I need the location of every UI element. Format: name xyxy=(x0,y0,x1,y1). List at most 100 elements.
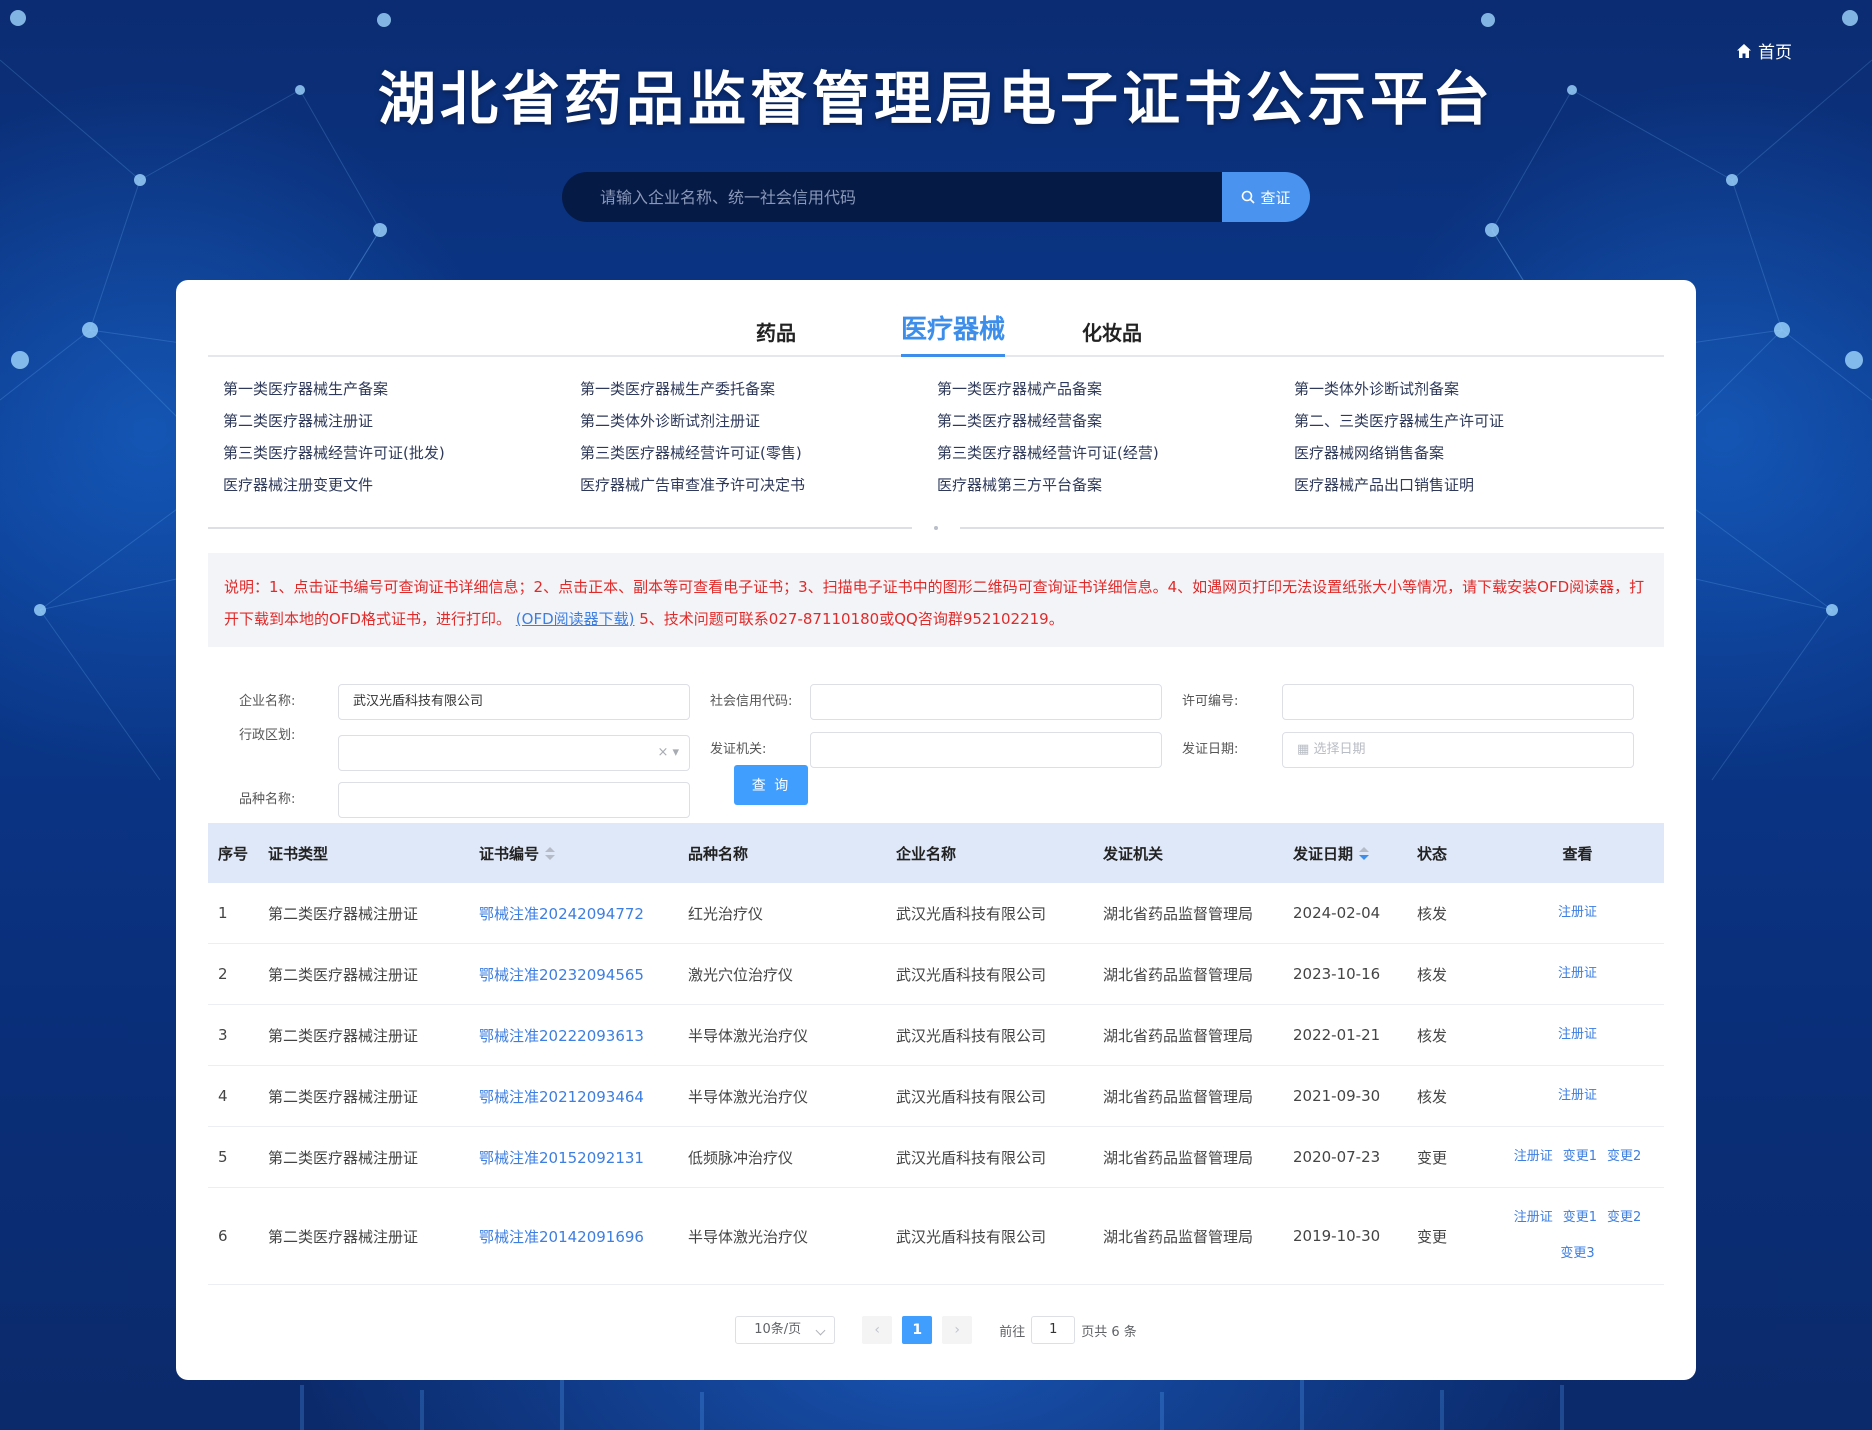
view-change-1-link[interactable]: 变更1 xyxy=(1563,1210,1597,1225)
category-link[interactable]: 第一类医疗器械生产备案 xyxy=(223,378,580,398)
region-label: 行政区划: xyxy=(239,728,296,743)
cell-view: 注册证 xyxy=(1491,1078,1664,1114)
category-link[interactable]: 第二类医疗器械经营备案 xyxy=(937,410,1294,430)
category-tabs: 药品 医疗器械 化妆品 xyxy=(208,310,1664,357)
cert-number-link[interactable]: 鄂械注准20222093613 xyxy=(479,1025,688,1046)
table-row: 6 第二类医疗器械注册证 鄂械注准20142091696 半导体激光治疗仪 武汉… xyxy=(208,1188,1664,1285)
region-select[interactable]: × ▾ xyxy=(338,735,690,771)
notice-text-contact: 5、技术问题可联系027-87110180或QQ咨询群952102219。 xyxy=(639,610,1064,628)
cell-status: 核发 xyxy=(1417,965,1448,984)
search-input[interactable] xyxy=(562,172,1222,222)
cell-type: 第二类医疗器械注册证 xyxy=(268,1148,419,1167)
sort-icon[interactable] xyxy=(545,846,556,862)
goto-label: 前往 xyxy=(999,1324,1026,1340)
company-name-input[interactable]: 武汉光盾科技有限公司 xyxy=(338,684,690,720)
header-company: 企业名称 xyxy=(896,844,957,863)
ofd-reader-download-link[interactable]: (OFD阅读器下载) xyxy=(516,610,635,628)
variety-name-label: 品种名称: xyxy=(239,792,296,807)
view-change-1-link[interactable]: 变更1 xyxy=(1563,1149,1597,1164)
cell-company: 武汉光盾科技有限公司 xyxy=(896,965,1047,984)
cell-variety: 半导体激光治疗仪 xyxy=(688,1227,809,1246)
header-issue-date[interactable]: 发证日期 xyxy=(1293,843,1417,864)
category-link[interactable]: 第二类体外诊断试剂注册证 xyxy=(580,410,937,430)
cell-variety: 半导体激光治疗仪 xyxy=(688,1026,809,1045)
category-link[interactable]: 第三类医疗器械经营许可证(批发) xyxy=(223,442,580,462)
cell-issuer: 湖北省药品监督管理局 xyxy=(1103,1148,1254,1167)
category-link[interactable]: 医疗器械第三方平台备案 xyxy=(937,474,1294,494)
page-size-select[interactable]: 10条/页 xyxy=(735,1316,836,1344)
sort-desc-icon[interactable] xyxy=(1359,846,1370,862)
header-issuer: 发证机关 xyxy=(1103,844,1164,863)
query-button[interactable]: 查 询 xyxy=(734,765,808,805)
main-card: 药品 医疗器械 化妆品 第一类医疗器械生产备案 第一类医疗器械生产委托备案 第一… xyxy=(176,280,1696,1380)
pagination: 10条/页 ‹ 1 › 前往 1 页共 6 条 xyxy=(176,1316,1696,1344)
cert-number-link[interactable]: 鄂械注准20242094772 xyxy=(479,903,688,924)
table-row: 1 第二类医疗器械注册证 鄂械注准20242094772 红光治疗仪 武汉光盾科… xyxy=(208,883,1664,944)
view-cert-link[interactable]: 注册证 xyxy=(1558,966,1597,981)
view-change-2-link[interactable]: 变更2 xyxy=(1607,1149,1641,1164)
category-link[interactable]: 第二类医疗器械注册证 xyxy=(223,410,580,430)
cell-no: 6 xyxy=(218,1227,228,1245)
tab-cosmetics[interactable]: 化妆品 xyxy=(1082,310,1142,357)
notice-box: 说明：1、点击证书编号可查询证书详细信息；2、点击正本、副本等可查看电子证书；3… xyxy=(208,553,1664,647)
cell-company: 武汉光盾科技有限公司 xyxy=(896,1026,1047,1045)
section-divider xyxy=(208,526,1664,530)
category-link[interactable]: 医疗器械产品出口销售证明 xyxy=(1294,474,1651,494)
cell-status: 核发 xyxy=(1417,1026,1448,1045)
category-link[interactable]: 第三类医疗器械经营许可证(经营) xyxy=(937,442,1294,462)
header-status: 状态 xyxy=(1417,844,1448,863)
category-link[interactable]: 第二、三类医疗器械生产许可证 xyxy=(1294,410,1651,430)
view-cert-link[interactable]: 注册证 xyxy=(1558,905,1597,920)
goto-page: 前往 1 页共 6 条 xyxy=(999,1316,1137,1344)
license-number-label: 许可编号: xyxy=(1182,694,1239,709)
goto-page-input[interactable]: 1 xyxy=(1031,1316,1076,1344)
view-change-3-link[interactable]: 变更3 xyxy=(1560,1246,1594,1261)
category-link[interactable]: 第一类医疗器械生产委托备案 xyxy=(580,378,937,398)
calendar-icon: ▦ xyxy=(1297,742,1310,757)
credit-code-input[interactable] xyxy=(810,684,1162,720)
cell-issuer: 湖北省药品监督管理局 xyxy=(1103,1227,1254,1246)
table-row: 5 第二类医疗器械注册证 鄂械注准20152092131 低频脉冲治疗仪 武汉光… xyxy=(208,1127,1664,1188)
header-view: 查看 xyxy=(1562,844,1593,863)
cell-company: 武汉光盾科技有限公司 xyxy=(896,904,1047,923)
next-page-button[interactable]: › xyxy=(942,1316,973,1344)
cell-no: 2 xyxy=(218,965,228,983)
cell-type: 第二类医疗器械注册证 xyxy=(268,1087,419,1106)
cert-number-link[interactable]: 鄂械注准20212093464 xyxy=(479,1086,688,1107)
view-cert-link[interactable]: 注册证 xyxy=(1514,1149,1553,1164)
issue-date-picker[interactable]: ▦ 选择日期 xyxy=(1282,732,1634,768)
category-link[interactable]: 医疗器械注册变更文件 xyxy=(223,474,580,494)
cell-status: 变更 xyxy=(1417,1227,1448,1246)
view-cert-link[interactable]: 注册证 xyxy=(1558,1027,1597,1042)
tab-medical-devices[interactable]: 医疗器械 xyxy=(901,310,1006,357)
table-row: 4 第二类医疗器械注册证 鄂械注准20212093464 半导体激光治疗仪 武汉… xyxy=(208,1066,1664,1127)
variety-name-input[interactable] xyxy=(338,782,690,818)
category-link[interactable]: 医疗器械广告审查准予许可决定书 xyxy=(580,474,937,494)
prev-page-button[interactable]: ‹ xyxy=(862,1316,893,1344)
site-title: 湖北省药品监督管理局电子证书公示平台 xyxy=(377,65,1494,133)
tab-drugs[interactable]: 药品 xyxy=(756,310,796,357)
view-cert-link[interactable]: 注册证 xyxy=(1558,1088,1597,1103)
search-button[interactable]: 查证 xyxy=(1222,172,1310,222)
cert-number-link[interactable]: 鄂械注准20232094565 xyxy=(479,964,688,985)
category-link[interactable]: 第一类医疗器械产品备案 xyxy=(937,378,1294,398)
page-number-current[interactable]: 1 xyxy=(902,1316,933,1344)
cell-date: 2022-01-21 xyxy=(1293,1026,1381,1044)
license-number-input[interactable] xyxy=(1282,684,1634,720)
table-row: 2 第二类医疗器械注册证 鄂械注准20232094565 激光穴位治疗仪 武汉光… xyxy=(208,944,1664,1005)
issuer-input[interactable] xyxy=(810,732,1162,768)
clear-and-dropdown-icon[interactable]: × ▾ xyxy=(657,736,679,770)
cell-variety: 半导体激光治疗仪 xyxy=(688,1087,809,1106)
issue-date-label: 发证日期: xyxy=(1182,742,1239,757)
view-change-2-link[interactable]: 变更2 xyxy=(1607,1210,1641,1225)
cell-status: 变更 xyxy=(1417,1148,1448,1167)
category-link[interactable]: 第一类体外诊断试剂备案 xyxy=(1294,378,1651,398)
category-link[interactable]: 医疗器械网络销售备案 xyxy=(1294,442,1651,462)
header-cert-number[interactable]: 证书编号 xyxy=(479,843,688,864)
category-link[interactable]: 第三类医疗器械经营许可证(零售) xyxy=(580,442,937,462)
cert-number-link[interactable]: 鄂械注准20142091696 xyxy=(479,1226,688,1247)
cert-number-link[interactable]: 鄂械注准20152092131 xyxy=(479,1147,688,1168)
view-cert-link[interactable]: 注册证 xyxy=(1514,1210,1553,1225)
cell-type: 第二类医疗器械注册证 xyxy=(268,1026,419,1045)
cell-issuer: 湖北省药品监督管理局 xyxy=(1103,1026,1254,1045)
